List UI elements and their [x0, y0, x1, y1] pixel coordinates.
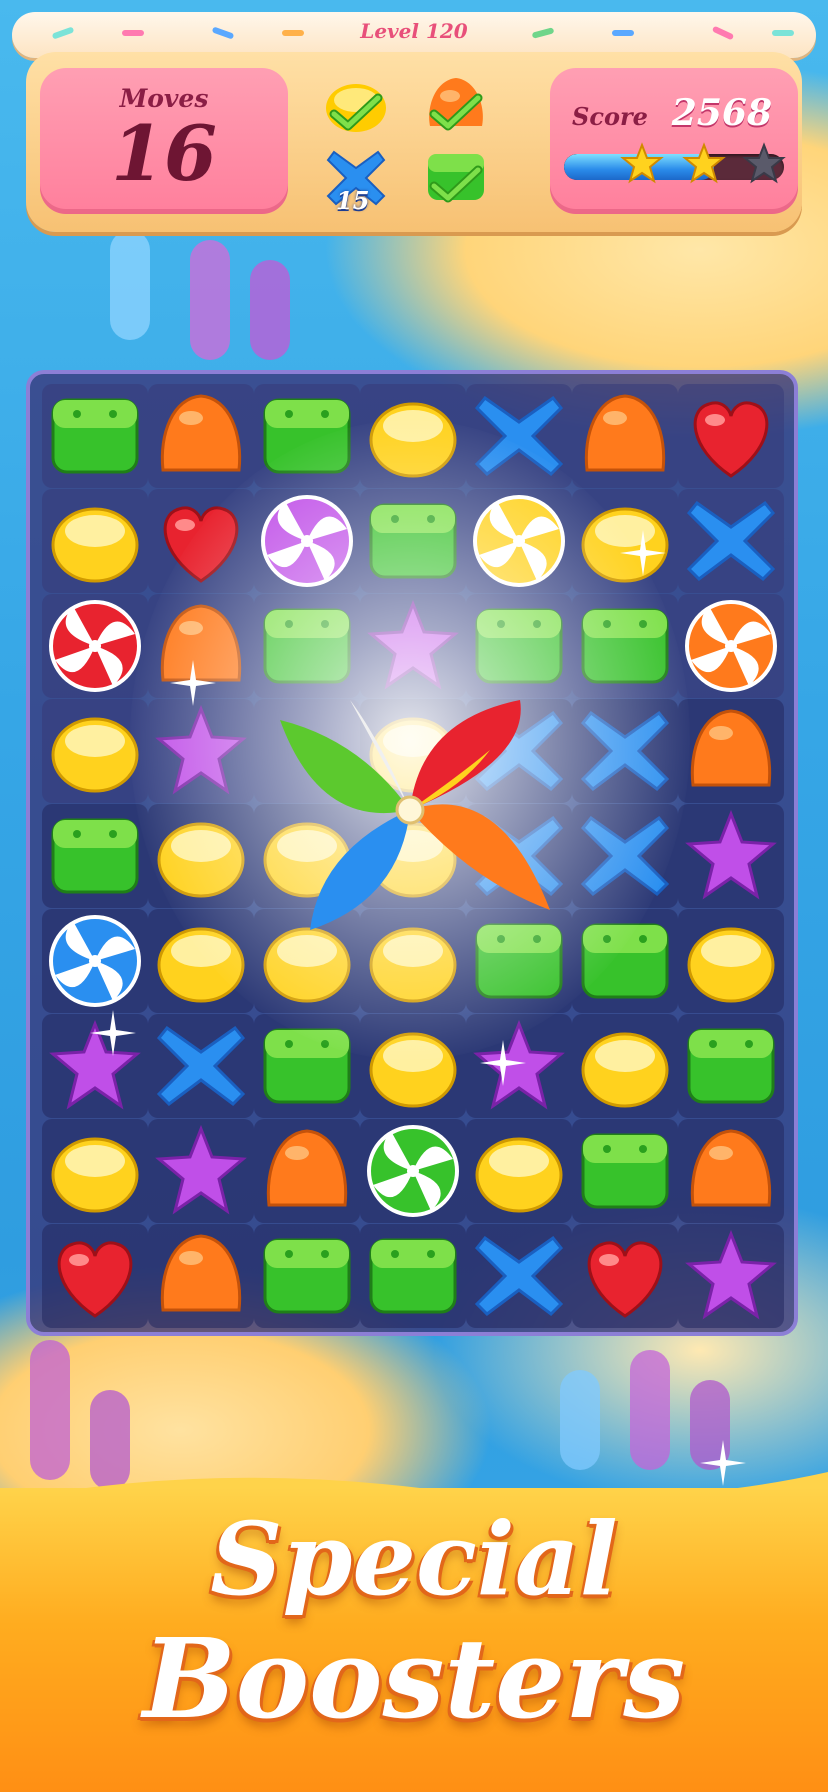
coral-decoration	[630, 1350, 670, 1470]
red-candy[interactable]	[573, 1224, 677, 1328]
star-icon	[620, 142, 664, 184]
yellow-jelly-icon	[326, 84, 386, 132]
sparkle-icon	[170, 660, 216, 706]
yellow-candy[interactable]	[573, 1014, 677, 1118]
star-empty-icon	[742, 142, 786, 184]
promo-title-line1: Special	[210, 1500, 618, 1618]
green-candy[interactable]	[573, 1119, 677, 1223]
hud-body: Moves 16 15 Score 2568	[26, 52, 802, 232]
score-label: Score	[572, 102, 648, 131]
moves-panel: Moves 16	[40, 68, 288, 214]
green-candy[interactable]	[679, 1014, 783, 1118]
green-candy[interactable]	[361, 1224, 465, 1328]
moves-count: 16	[111, 109, 217, 198]
blue-striped-booster-icon[interactable]	[43, 909, 147, 1013]
orange-candy[interactable]	[679, 1119, 783, 1223]
orange-candy[interactable]	[149, 384, 253, 488]
red-candy[interactable]	[43, 1224, 147, 1328]
sparkle-icon	[90, 1010, 136, 1056]
orange-candy[interactable]	[679, 699, 783, 803]
purple-candy[interactable]	[679, 1224, 783, 1328]
coral-decoration	[30, 1340, 70, 1480]
blue-candy[interactable]	[679, 489, 783, 593]
yellow-candy[interactable]	[679, 909, 783, 1013]
green-striped-booster-icon[interactable]	[361, 1119, 465, 1223]
green-candy[interactable]	[43, 384, 147, 488]
purple-candy[interactable]	[149, 1119, 253, 1223]
score-panel: Score 2568	[550, 68, 798, 214]
orange-candy[interactable]	[255, 1119, 359, 1223]
yellow-candy[interactable]	[43, 1119, 147, 1223]
red-candy[interactable]	[679, 384, 783, 488]
red-striped-booster-icon[interactable]	[43, 594, 147, 698]
promo-title-line2: Boosters	[142, 1614, 686, 1743]
score-value: 2568	[671, 92, 772, 134]
top-hud: Level 120 Moves 16 15 Score 2568	[12, 12, 816, 232]
coral-decoration	[250, 260, 290, 360]
yellow-candy[interactable]	[467, 1119, 571, 1223]
level-goals: 15	[302, 60, 538, 220]
star-icon	[682, 142, 726, 184]
pinwheel-icon[interactable]	[260, 680, 560, 940]
green-candy[interactable]	[255, 1224, 359, 1328]
coral-decoration	[560, 1370, 600, 1470]
green-candy[interactable]	[43, 804, 147, 908]
orange-gumdrop-icon	[429, 78, 483, 131]
coral-decoration	[110, 230, 150, 340]
yellow-candy[interactable]	[43, 489, 147, 593]
orange-candy[interactable]	[573, 384, 677, 488]
blue-candy[interactable]	[149, 1014, 253, 1118]
coral-decoration	[190, 240, 230, 360]
sparkle-icon	[620, 530, 666, 576]
green-biscuit-icon	[428, 154, 484, 203]
blue-goal-remaining: 15	[336, 186, 370, 215]
orange-candy[interactable]	[149, 1224, 253, 1328]
blue-candy[interactable]	[467, 1224, 571, 1328]
orange-striped-booster-icon[interactable]	[679, 594, 783, 698]
level-label: Level 120	[360, 19, 468, 43]
sparkle-icon	[480, 1040, 526, 1086]
purple-candy[interactable]	[679, 804, 783, 908]
